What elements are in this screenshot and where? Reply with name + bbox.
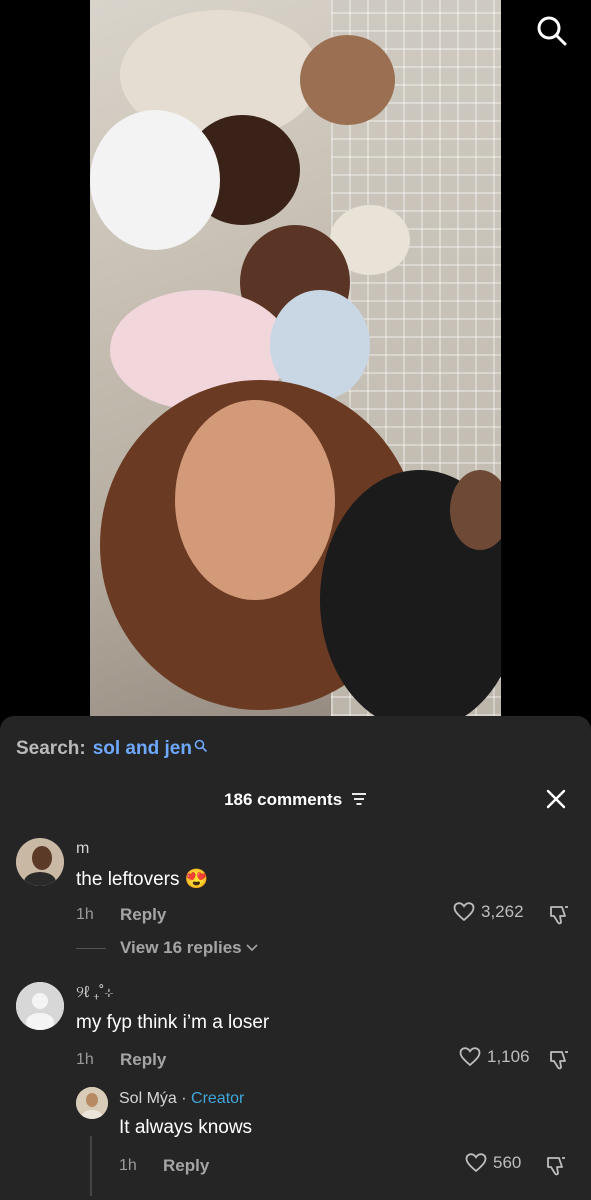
comment-time: 1h [76,1051,94,1068]
like-count: 560 [493,1153,522,1172]
like-button[interactable]: 1,106 [459,1047,530,1067]
comments-header: 186 comments [0,790,591,810]
comments-sheet: Search: sol and jen 186 comments m the l… [0,716,591,1200]
like-button[interactable]: 560 [465,1153,521,1173]
video-figure [175,400,335,600]
reply-time: 1h [119,1157,137,1174]
comment-time: 1h [76,906,94,923]
avatar[interactable] [16,838,64,886]
chevron-down-icon [246,944,258,952]
comments-count: 186 comments [224,790,343,809]
search-label: Search: [16,738,86,759]
comment-text: the leftovers 😍 [76,869,209,890]
like-count: 1,106 [487,1047,530,1066]
comment-text: my fyp think i’m a loser [76,1012,270,1033]
avatar[interactable] [76,1087,108,1119]
video-figure [90,110,220,250]
reply-username-line: Sol Mýa · Creator [119,1090,244,1108]
comment-username[interactable]: m [76,840,89,858]
dislike-icon[interactable] [548,904,570,926]
reply-button[interactable]: Reply [163,1156,209,1176]
reply-button[interactable]: Reply [120,1050,166,1070]
video-area [0,0,591,730]
view-replies-label: View 16 replies [120,938,242,957]
divider [76,947,106,949]
heart-icon [465,1153,487,1173]
close-icon[interactable] [545,788,567,810]
search-icon[interactable] [535,14,569,48]
reply-username[interactable]: Sol Mýa [119,1090,177,1107]
video-figure [300,35,395,125]
video-frame[interactable] [90,0,501,716]
like-button[interactable]: 3,262 [453,902,524,922]
search-icon [194,739,207,752]
view-replies-button[interactable]: View 16 replies [76,938,258,958]
dislike-icon[interactable] [545,1155,567,1177]
separator: · [176,1090,192,1107]
thread-line [90,1136,92,1196]
avatar[interactable] [16,982,64,1030]
creator-badge: Creator [191,1090,245,1107]
reply-button[interactable]: Reply [120,905,166,925]
dislike-icon[interactable] [548,1049,570,1071]
video-figure [450,470,501,550]
search-term-link[interactable]: sol and jen [93,738,192,760]
reply-text: It always knows [119,1117,253,1138]
heart-icon [459,1047,481,1067]
heart-icon [453,902,475,922]
filter-icon[interactable] [351,792,367,806]
search-suggestion[interactable]: Search: sol and jen [16,738,207,760]
comment-username[interactable]: ୨ℓ ₊˚⊹ [76,984,113,1002]
like-count: 3,262 [481,902,524,921]
